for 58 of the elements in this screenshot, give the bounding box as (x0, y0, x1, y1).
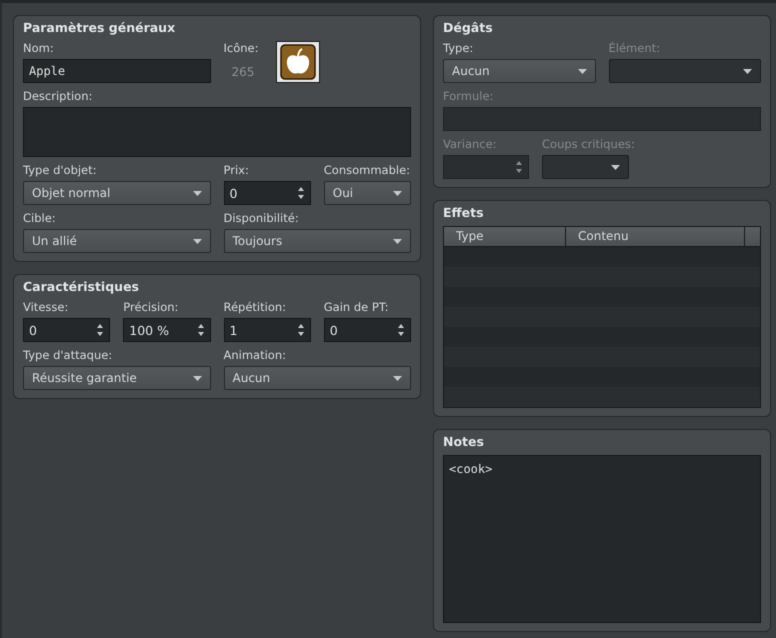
field-label: Coups critiques: (542, 137, 635, 153)
field-value: Apple (29, 64, 66, 78)
caret-icon (192, 238, 202, 244)
caret-icon (192, 376, 202, 380)
field-label: Type d'objet: (23, 163, 97, 179)
panel-title: Notes (443, 434, 485, 449)
field-label: Animation: (224, 348, 286, 364)
dropdown[interactable]: Aucun (443, 59, 596, 83)
spin-arrows-icon[interactable] (296, 323, 305, 337)
spin-field[interactable]: 1 (224, 318, 311, 342)
caret-icon (192, 190, 202, 196)
column-header[interactable]: Contenu (566, 227, 745, 246)
dropdown[interactable]: Oui (324, 181, 411, 205)
spin-arrows-icon[interactable] (397, 323, 405, 337)
caret-icon (743, 68, 752, 74)
panel-title: Effets (443, 205, 485, 220)
apple-icon[interactable] (276, 41, 320, 83)
spin-arrows-icon[interactable] (96, 323, 104, 337)
panel-title: Dégâts (443, 20, 494, 35)
field-label: Gain de PT: (324, 300, 388, 316)
field-label: Icône: (224, 41, 258, 57)
dropdown[interactable]: Toujours (224, 229, 411, 253)
notes-field[interactable]: <cook> (443, 455, 761, 623)
dropdown[interactable]: Objet normal (23, 181, 210, 205)
field-label: Type d'attaque: (23, 348, 112, 364)
column-header[interactable]: Type (444, 227, 566, 246)
caret-icon (393, 376, 402, 380)
field-label: Consommable: (324, 163, 410, 179)
spin-arrows-icon[interactable] (196, 323, 204, 337)
field-label: Formule: (443, 89, 494, 105)
text-field[interactable]: Apple (23, 59, 210, 83)
dropdown[interactable]: Un allié (23, 229, 210, 253)
spin-field[interactable]: 0 (224, 181, 311, 205)
field-label: Répétition: (224, 300, 286, 316)
field-label: Cible: (23, 211, 56, 227)
field-label: Nom: (23, 41, 54, 57)
spin-field[interactable]: 0 (324, 318, 411, 342)
spin-arrows-icon[interactable] (296, 186, 305, 200)
caret-icon (578, 68, 586, 74)
spin-field[interactable]: 100 % (123, 318, 210, 342)
panel-title: Caractéristiques (23, 279, 140, 294)
spin-field[interactable]: 0 (23, 318, 110, 342)
field-label: Élément: (608, 41, 660, 57)
caret-icon (611, 164, 620, 170)
field-label: Précision: (123, 300, 178, 316)
caret-icon (393, 238, 402, 244)
notes-text: <cook> (449, 462, 492, 476)
field-label: Disponibilité: (224, 211, 299, 227)
dropdown[interactable]: Réussite garantie (23, 366, 210, 390)
panel-title: Paramètres généraux (23, 20, 176, 35)
caret-icon (393, 190, 402, 196)
icon-index: 265 (232, 65, 254, 79)
field-label: Description: (23, 89, 92, 105)
field-label: Type: (443, 41, 474, 57)
field-label: Vitesse: (23, 300, 68, 316)
field-label: Variance: (443, 137, 497, 153)
field-label: Prix: (224, 163, 249, 179)
dropdown[interactable]: Aucun (224, 366, 411, 390)
